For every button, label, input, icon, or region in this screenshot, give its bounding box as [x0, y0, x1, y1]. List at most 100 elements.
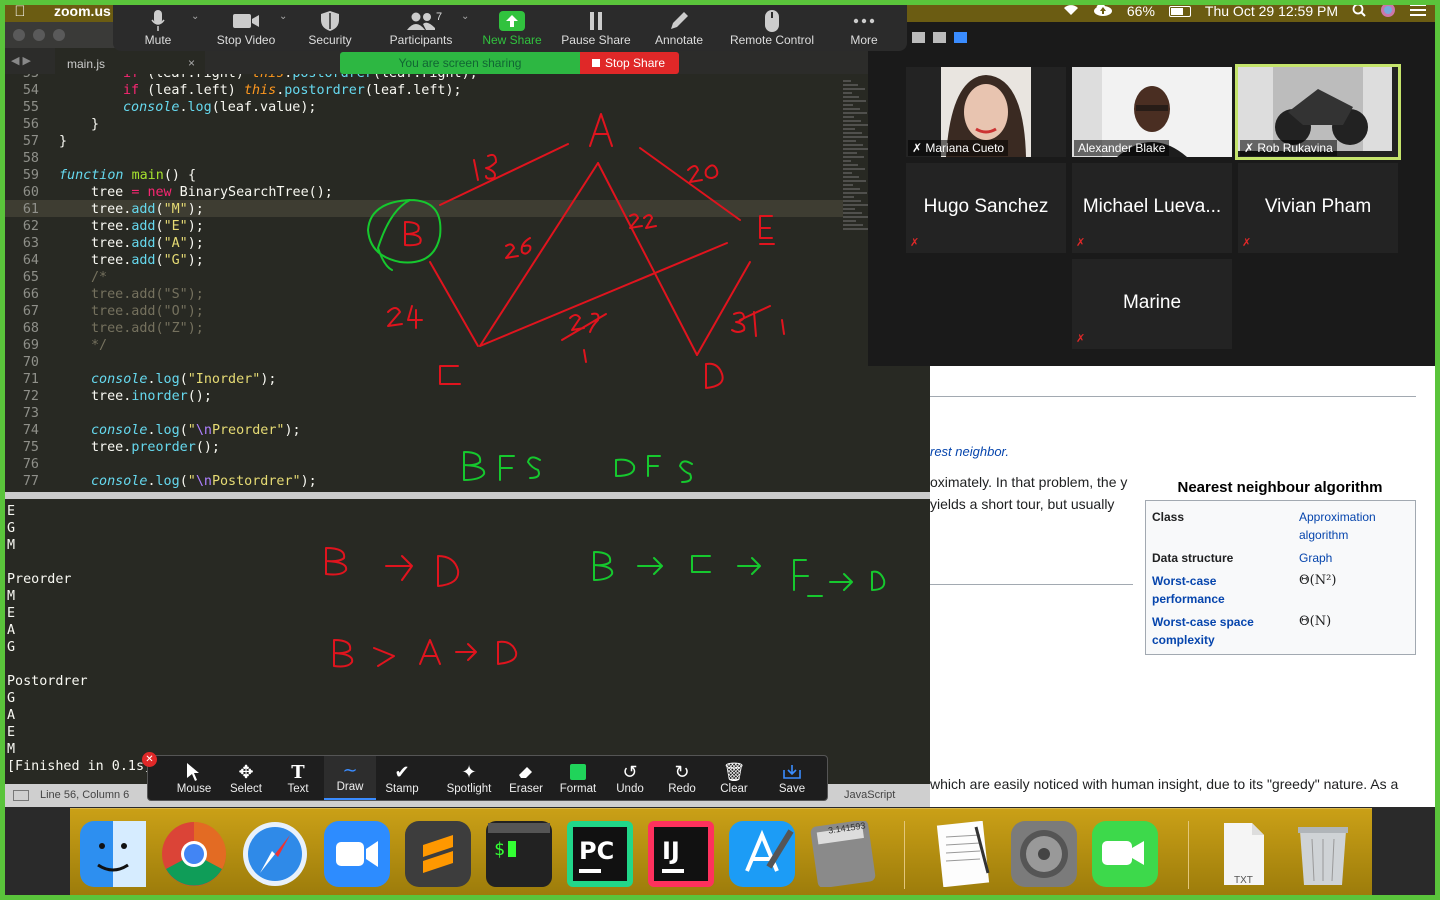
redo-tool-button[interactable]: ↻ Redo	[656, 756, 708, 800]
battery-icon[interactable]	[1168, 5, 1191, 17]
participant-tile[interactable]: ✗ Rob Rukavina	[1235, 64, 1401, 160]
gallery-view-icon[interactable]	[954, 32, 967, 43]
close-annotation-icon[interactable]: ✕	[142, 752, 157, 767]
code-line[interactable]: tree.add("G");	[91, 253, 204, 268]
code-line[interactable]: if (leaf.left) this.postordrer(leaf.left…	[123, 83, 462, 98]
minimize-window-button[interactable]	[33, 29, 45, 41]
apple-icon[interactable]: 	[0, 3, 40, 20]
filmstrip-view-icon[interactable]	[933, 32, 946, 43]
mute-button[interactable]: Mute	[113, 5, 203, 51]
code-line[interactable]: console.log("Inorder");	[91, 372, 276, 387]
system-preferences-dock-icon[interactable]	[1011, 821, 1077, 887]
code-line[interactable]: console.log("\nPostordrer");	[91, 474, 317, 489]
infobox-label-worst-performance[interactable]: Worst-case performance	[1152, 572, 1282, 608]
participant-tile[interactable]: Hugo Sanchez ✗	[906, 163, 1066, 253]
chevron-down-icon[interactable]: ⌄	[279, 11, 287, 22]
terminal-dock-icon[interactable]: $	[486, 821, 552, 887]
eraser-tool-button[interactable]: Eraser	[500, 756, 552, 800]
code-line[interactable]: }	[59, 134, 67, 149]
annotate-button[interactable]: Annotate	[634, 5, 724, 51]
app-menu[interactable]: zoom.us	[54, 3, 111, 19]
chevron-down-icon[interactable]: ⌄	[461, 11, 469, 22]
stop-share-button[interactable]: Stop Share	[580, 52, 679, 74]
chrome-dock-icon[interactable]	[161, 821, 227, 887]
speaker-view-icon[interactable]	[912, 32, 925, 43]
undo-tool-button[interactable]: ↺ Undo	[604, 756, 656, 800]
stop-video-button[interactable]: Stop Video	[201, 5, 291, 51]
infobox-value-data-structure[interactable]: Graph	[1299, 549, 1414, 567]
select-tool-button[interactable]: ✥ Select	[220, 756, 272, 800]
participant-tile[interactable]: Michael Lueva... ✗	[1072, 163, 1232, 253]
infobox-value-class[interactable]: Approximation algorithm	[1299, 508, 1414, 544]
participant-tile[interactable]: Marine ✗	[1072, 259, 1232, 349]
textedit-dock-icon[interactable]	[930, 820, 996, 888]
code-line[interactable]: tree.add("M");	[91, 202, 204, 217]
participant-tile[interactable]: Vivian Pham ✗	[1238, 163, 1398, 253]
wifi-icon[interactable]	[1063, 3, 1079, 19]
stamp-tool-button[interactable]: ✔ Stamp	[376, 756, 428, 800]
code-line[interactable]: tree.add("Z");	[91, 321, 204, 336]
xcode-dock-icon[interactable]	[729, 821, 795, 887]
line-number: 53	[5, 74, 39, 81]
sublime-text-dock-icon[interactable]	[405, 821, 471, 887]
finder-dock-icon[interactable]	[80, 821, 146, 887]
mouse-tool-button[interactable]: Mouse	[168, 756, 220, 800]
nearest-neighbor-link[interactable]: rest neighbor.	[930, 444, 1009, 459]
code-line[interactable]: console.log("\nPreorder");	[91, 423, 301, 438]
clear-tool-button[interactable]: 🗑 Clear	[708, 756, 760, 800]
close-tab-icon[interactable]: ×	[188, 56, 195, 70]
notification-center-icon[interactable]	[1410, 3, 1426, 19]
code-line[interactable]: if (leaf.right) this.postordrer(leaf.rig…	[123, 74, 478, 81]
close-window-button[interactable]	[13, 29, 25, 41]
code-line[interactable]: tree = new BinarySearchTree();	[91, 185, 333, 200]
screen-sharing-indicator[interactable]: You are screen sharing	[340, 52, 580, 74]
infobox-label-data-structure: Data structure	[1152, 551, 1234, 565]
participants-button[interactable]: Participants 7	[376, 5, 466, 51]
code-line[interactable]: tree.add("O");	[91, 304, 204, 319]
format-tool-button[interactable]: Format	[552, 756, 604, 800]
participant-tile[interactable]: Alexander Blake	[1072, 67, 1232, 157]
minimap-line	[843, 180, 866, 182]
syntax-selector[interactable]: JavaScript	[844, 789, 895, 801]
code-line[interactable]: tree.preorder();	[91, 440, 220, 455]
intellij-idea-dock-icon[interactable]: IJ	[648, 821, 714, 887]
code-line[interactable]: /*	[91, 270, 107, 285]
zoom-window-button[interactable]	[53, 29, 65, 41]
txt-file-label: TXT	[1234, 875, 1253, 886]
minimap-line	[843, 156, 864, 158]
pause-share-button[interactable]: Pause Share	[551, 5, 641, 51]
trash-dock-icon[interactable]	[1290, 821, 1356, 887]
code-line[interactable]: }	[91, 117, 99, 132]
zoom-dock-icon[interactable]	[324, 821, 390, 887]
infobox-label-worst-space[interactable]: Worst-case space complexity	[1152, 613, 1282, 649]
console-splitter[interactable]	[5, 492, 930, 499]
spotlight-tool-button[interactable]: ✦ Spotlight	[438, 756, 500, 800]
participant-tile[interactable]: ✗ Mariana Cueto	[906, 67, 1066, 157]
facetime-dock-icon[interactable]	[1092, 821, 1158, 887]
chevron-down-icon[interactable]: ⌄	[191, 11, 199, 22]
siri-icon[interactable]	[1380, 2, 1396, 21]
code-line[interactable]: */	[91, 338, 107, 353]
safari-dock-icon[interactable]	[242, 821, 308, 887]
clock[interactable]: Thu Oct 29 12:59 PM	[1205, 3, 1338, 19]
tab-main-js[interactable]: main.js ×	[55, 48, 205, 74]
spotlight-icon[interactable]	[1352, 3, 1366, 20]
panel-toggle-icon[interactable]	[13, 790, 29, 801]
code-line[interactable]: tree.add("E");	[91, 219, 204, 234]
draw-tool-button[interactable]: ∼ Draw	[324, 756, 376, 800]
code-line[interactable]: tree.add("A");	[91, 236, 204, 251]
new-share-button[interactable]: New Share	[467, 5, 557, 51]
security-button[interactable]: Security	[285, 5, 375, 51]
code-area[interactable]: 53 if (leaf.right) this.postordrer(leaf.r…	[5, 74, 843, 492]
more-button[interactable]: More	[819, 5, 909, 51]
code-line[interactable]: tree.inorder();	[91, 389, 212, 404]
save-tool-button[interactable]: Save	[766, 756, 818, 800]
tab-nav-arrows[interactable]: ◀ ▶	[11, 54, 31, 67]
code-line[interactable]: console.log(leaf.value);	[123, 100, 317, 115]
code-line[interactable]: function main() {	[59, 168, 196, 183]
text-tool-button[interactable]: T Text	[272, 756, 324, 800]
pycharm-dock-icon[interactable]: PC	[567, 821, 633, 887]
code-line[interactable]: tree.add("S");	[91, 287, 204, 302]
remote-control-button[interactable]: Remote Control	[727, 5, 817, 51]
cloud-upload-icon[interactable]	[1093, 3, 1113, 19]
